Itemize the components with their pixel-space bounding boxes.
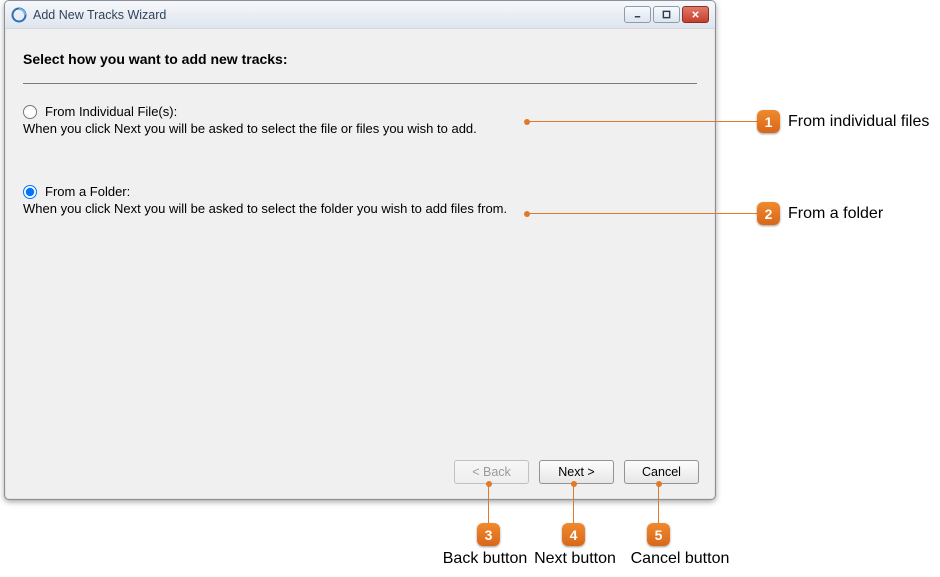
- wizard-content: Select how you want to add new tracks: F…: [5, 29, 715, 500]
- option-from-folder: From a Folder: When you click Next you w…: [23, 184, 697, 216]
- callout-badge: 3: [477, 523, 500, 546]
- callout-leader: [658, 484, 659, 523]
- option-label: From a Folder:: [45, 184, 130, 199]
- radio-from-folder[interactable]: [23, 185, 37, 199]
- option-individual-files: From Individual File(s): When you click …: [23, 104, 697, 136]
- callout-badge: 2: [757, 202, 780, 225]
- callout-leader: [488, 484, 489, 523]
- maximize-button[interactable]: [653, 6, 680, 23]
- callout-4-label: Next button: [520, 550, 630, 568]
- wizard-window: Add New Tracks Wizard Select how you wan…: [4, 0, 716, 500]
- callout-4-badge: 4: [562, 523, 585, 546]
- callout-badge: 5: [647, 523, 670, 546]
- callout-leader: [527, 121, 757, 122]
- wizard-button-bar: < Back Next > Cancel: [5, 460, 715, 484]
- back-button[interactable]: < Back: [454, 460, 529, 484]
- option-label: From Individual File(s):: [45, 104, 177, 119]
- callout-3-badge: 3: [477, 523, 500, 546]
- window-title: Add New Tracks Wizard: [33, 8, 624, 22]
- callout-5-label: Cancel button: [615, 550, 745, 568]
- callout-label: From individual files: [788, 113, 929, 131]
- separator: [23, 83, 697, 84]
- cancel-button[interactable]: Cancel: [624, 460, 699, 484]
- callout-2: 2 From a folder: [757, 202, 883, 225]
- titlebar: Add New Tracks Wizard: [5, 1, 715, 29]
- next-button[interactable]: Next >: [539, 460, 614, 484]
- callout-5-badge: 5: [647, 523, 670, 546]
- window-buttons: [624, 6, 709, 23]
- callout-leader: [527, 213, 757, 214]
- callout-label: From a folder: [788, 205, 883, 223]
- callout-badge: 1: [757, 110, 780, 133]
- wizard-prompt: Select how you want to add new tracks:: [23, 51, 697, 67]
- app-icon: [11, 7, 27, 23]
- callout-badge: 4: [562, 523, 585, 546]
- option-description: When you click Next you will be asked to…: [23, 121, 697, 136]
- minimize-button[interactable]: [624, 6, 651, 23]
- callout-1: 1 From individual files: [757, 110, 929, 133]
- callout-leader: [573, 484, 574, 523]
- radio-individual-files[interactable]: [23, 105, 37, 119]
- close-button[interactable]: [682, 6, 709, 23]
